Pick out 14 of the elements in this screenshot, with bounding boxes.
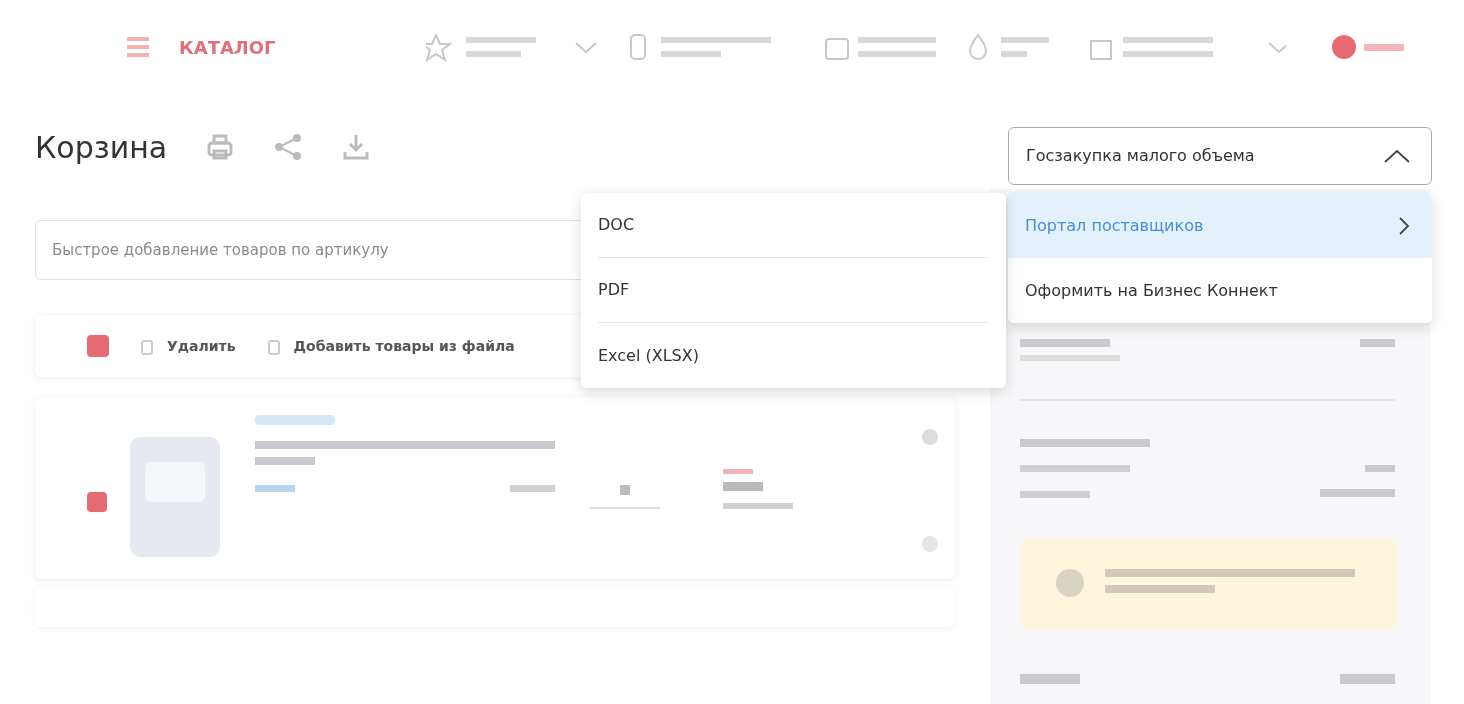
chevron-right-icon <box>1398 215 1410 236</box>
procurement-select[interactable]: Госзакупка малого объема <box>1008 127 1432 185</box>
select-all-checkbox[interactable] <box>87 335 109 357</box>
page-title: Корзина <box>35 128 168 167</box>
add-from-file-button[interactable]: Добавить товары из файла <box>265 335 515 357</box>
delete-button[interactable]: Удалить <box>139 335 236 357</box>
download-icon[interactable] <box>341 132 372 162</box>
print-icon[interactable] <box>205 132 236 162</box>
export-option[interactable]: Excel (XLSX) <box>598 323 989 388</box>
export-option[interactable]: PDF <box>598 258 989 323</box>
menu-item[interactable]: Оформить на Бизнес Коннект <box>1008 258 1432 323</box>
share-icon[interactable] <box>273 132 304 162</box>
catalog-icon[interactable] <box>125 34 151 60</box>
export-option[interactable]: DOC <box>598 193 989 258</box>
